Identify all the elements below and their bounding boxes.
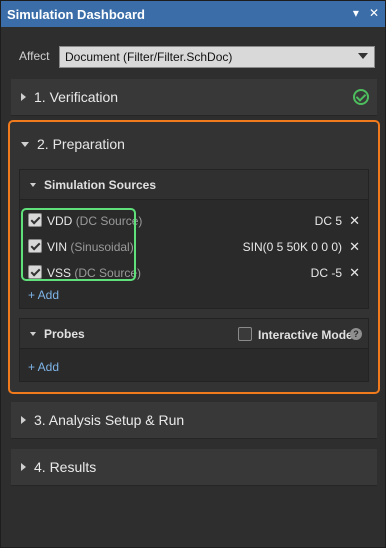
affect-label: Affect (19, 49, 50, 63)
affect-row: Affect Document (Filter/Filter.SchDoc) (1, 41, 385, 71)
section-results[interactable]: 4. Results (11, 449, 377, 486)
dropdown-caret-icon (358, 53, 368, 59)
interactive-mode-checkbox[interactable] (238, 327, 252, 341)
verification-header[interactable]: 1. Verification (11, 79, 377, 115)
delete-x-icon[interactable]: ✕ (349, 239, 360, 255)
results-header[interactable]: 4. Results (11, 449, 377, 485)
delete-x-icon[interactable]: ✕ (349, 265, 360, 281)
interactive-mode-label: Interactive Mode (258, 328, 353, 342)
source-value[interactable]: SIN(0 5 50K 0 0 0) (243, 240, 342, 254)
preparation-label: 2. Preparation (37, 136, 125, 152)
collapse-arrow-icon (30, 182, 36, 187)
delete-x-icon[interactable]: ✕ (349, 213, 360, 229)
check-circle-icon (353, 89, 369, 105)
titlebar-controls: ▾ ✕ (353, 6, 379, 20)
source-value[interactable]: DC -5 (311, 266, 342, 280)
affect-dropdown[interactable]: Document (Filter/Filter.SchDoc) (59, 46, 375, 68)
help-icon[interactable]: ? (350, 328, 362, 340)
source-value[interactable]: DC 5 (315, 214, 342, 228)
analysis-setup-label: 3. Analysis Setup & Run (34, 412, 185, 428)
panel-titlebar: Simulation Dashboard ▾ ✕ (1, 1, 385, 27)
collapse-arrow-icon (30, 331, 36, 336)
analysis-setup-header[interactable]: 3. Analysis Setup & Run (11, 402, 377, 438)
simulation-sources-header[interactable]: Simulation Sources (20, 170, 368, 200)
sources-highlight (21, 208, 136, 281)
expand-arrow-icon (21, 416, 26, 424)
section-analysis-setup[interactable]: 3. Analysis Setup & Run (11, 402, 377, 439)
expand-arrow-icon (21, 93, 26, 101)
simulation-sources-title: Simulation Sources (44, 177, 157, 192)
results-label: 4. Results (34, 459, 97, 475)
affect-dropdown-value: Document (Filter/Filter.SchDoc) (65, 50, 233, 64)
preparation-header[interactable]: 2. Preparation (11, 126, 377, 162)
verification-label: 1. Verification (34, 89, 119, 105)
close-icon[interactable]: ✕ (369, 6, 379, 20)
add-probe-link[interactable]: + Add (28, 360, 59, 374)
collapse-arrow-icon (21, 141, 29, 147)
section-verification[interactable]: 1. Verification (11, 79, 377, 116)
expand-arrow-icon (21, 463, 26, 471)
menu-chevron-icon[interactable]: ▾ (353, 6, 359, 20)
add-source-link[interactable]: + Add (28, 288, 59, 302)
panel-title: Simulation Dashboard (7, 6, 145, 22)
simulation-dashboard-panel: Simulation Dashboard ▾ ✕ Affect Document… (0, 0, 386, 548)
probes-title: Probes (44, 326, 85, 341)
